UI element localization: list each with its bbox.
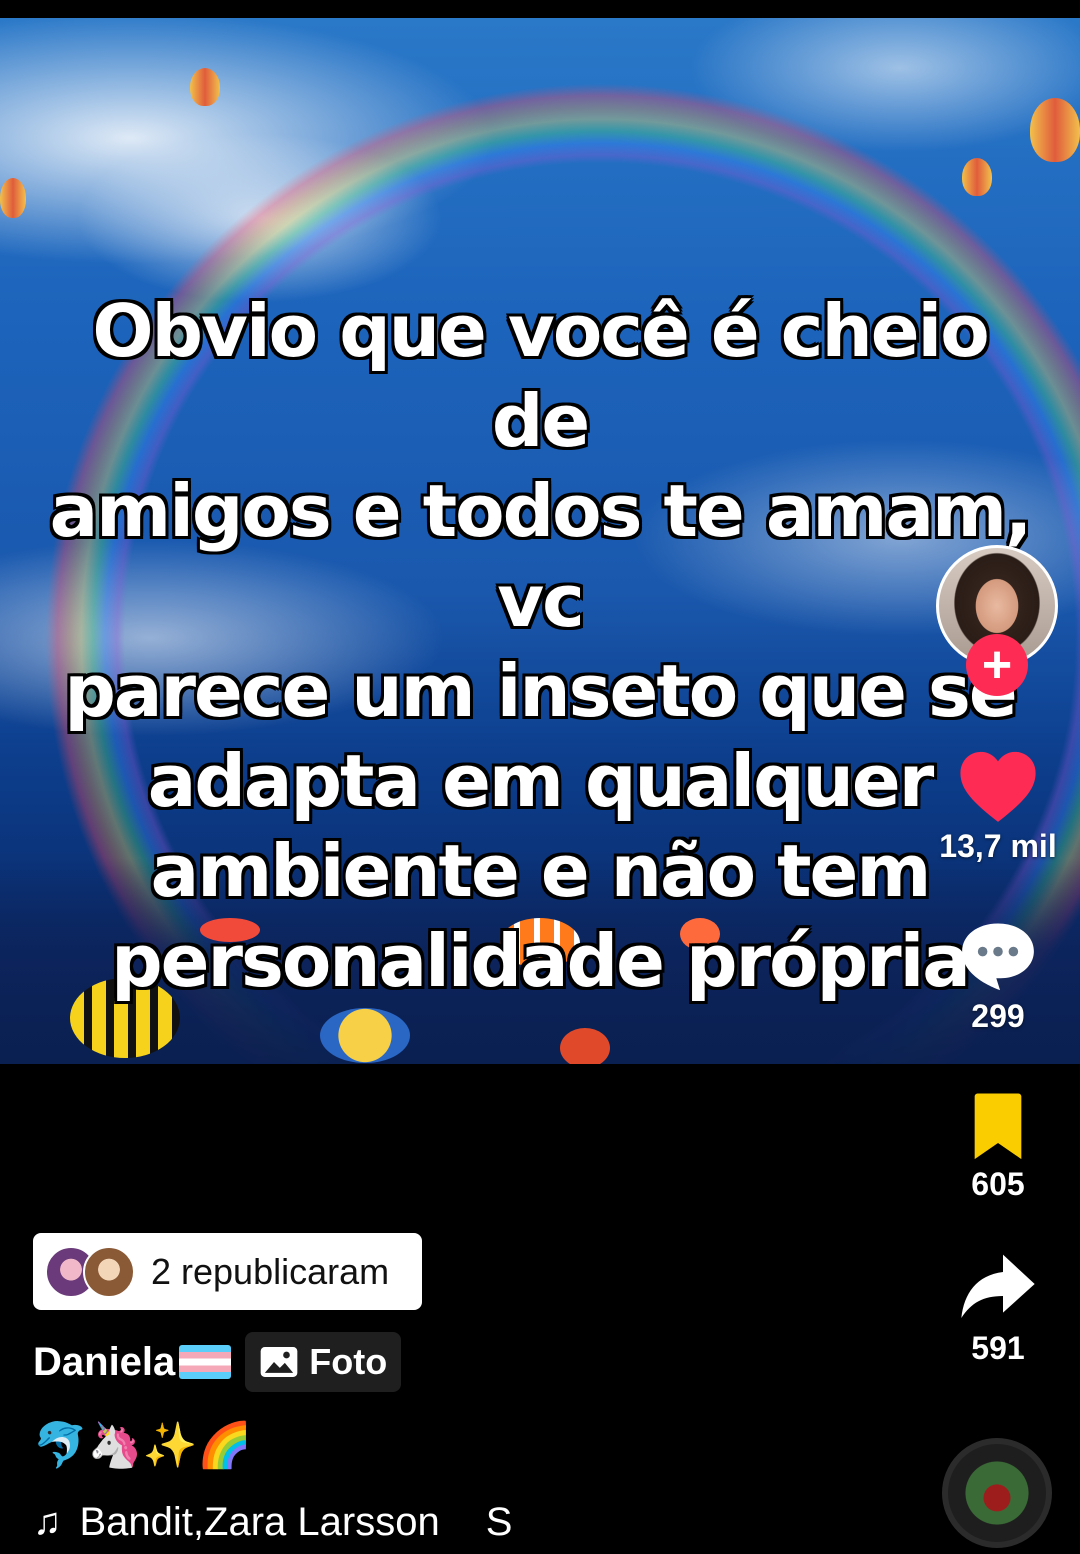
image-icon <box>260 1347 298 1377</box>
plus-icon: + <box>981 636 1013 694</box>
overlay-line: parece um inseto que se <box>64 649 1017 733</box>
overlay-line: adapta em qualquer <box>147 739 934 823</box>
balloon-decoration <box>0 178 26 218</box>
fish-decoration <box>320 1008 410 1063</box>
reposter-avatar <box>83 1245 135 1298</box>
like-count: 13,7 mil <box>939 828 1057 864</box>
overlay-line: ambiente e não tem <box>150 829 932 913</box>
music-info[interactable]: ♫ Bandit,Zara Larsson S <box>33 1500 512 1545</box>
overlay-line: amigos e todos te amam, vc <box>49 469 1033 643</box>
bookmark-icon <box>974 1093 1022 1160</box>
username[interactable]: Daniela <box>33 1340 175 1385</box>
repost-text: 2 republicaram <box>151 1250 390 1292</box>
follow-button[interactable]: + <box>966 634 1028 696</box>
post-photo[interactable]: Obvio que você é cheio de amigos e todos… <box>0 18 1080 1064</box>
save-button[interactable]: 605 <box>930 1092 1066 1203</box>
share-button[interactable]: 591 <box>930 1250 1066 1367</box>
repost-indicator[interactable]: 2 republicaram <box>33 1233 422 1310</box>
music-note-icon: ♫ <box>33 1501 62 1543</box>
balloon-decoration <box>1030 98 1080 162</box>
balloon-decoration <box>962 158 992 196</box>
share-count: 591 <box>971 1330 1025 1366</box>
fish-decoration <box>560 1028 610 1064</box>
photo-badge: Foto <box>245 1332 402 1392</box>
save-count: 605 <box>971 1166 1025 1202</box>
comment-count: 299 <box>971 998 1025 1034</box>
music-disc-button[interactable] <box>942 1438 1052 1548</box>
overlay-line: personalidade própria <box>111 919 971 1003</box>
heart-icon <box>960 751 1036 822</box>
caption: 🐬🦄✨🌈 <box>33 1420 253 1471</box>
comment-icon <box>962 923 1034 991</box>
overlay-line: Obvio que você é cheio de <box>92 289 989 463</box>
photo-overlay-text: Obvio que você é cheio de amigos e todos… <box>40 286 1040 1006</box>
like-button[interactable]: 13,7 mil <box>930 748 1066 865</box>
balloon-decoration <box>190 68 220 106</box>
share-icon <box>961 1254 1035 1318</box>
music-title-continuation: S <box>485 1500 513 1544</box>
comment-button[interactable]: 299 <box>930 918 1066 1035</box>
music-title: Bandit,Zara Larsson <box>79 1500 440 1544</box>
trans-flag-icon <box>179 1345 232 1379</box>
tiktok-post-screen: Obvio que você é cheio de amigos e todos… <box>0 0 1080 1554</box>
photo-badge-label: Foto <box>309 1341 388 1382</box>
author-row: Daniela Foto <box>33 1332 402 1392</box>
